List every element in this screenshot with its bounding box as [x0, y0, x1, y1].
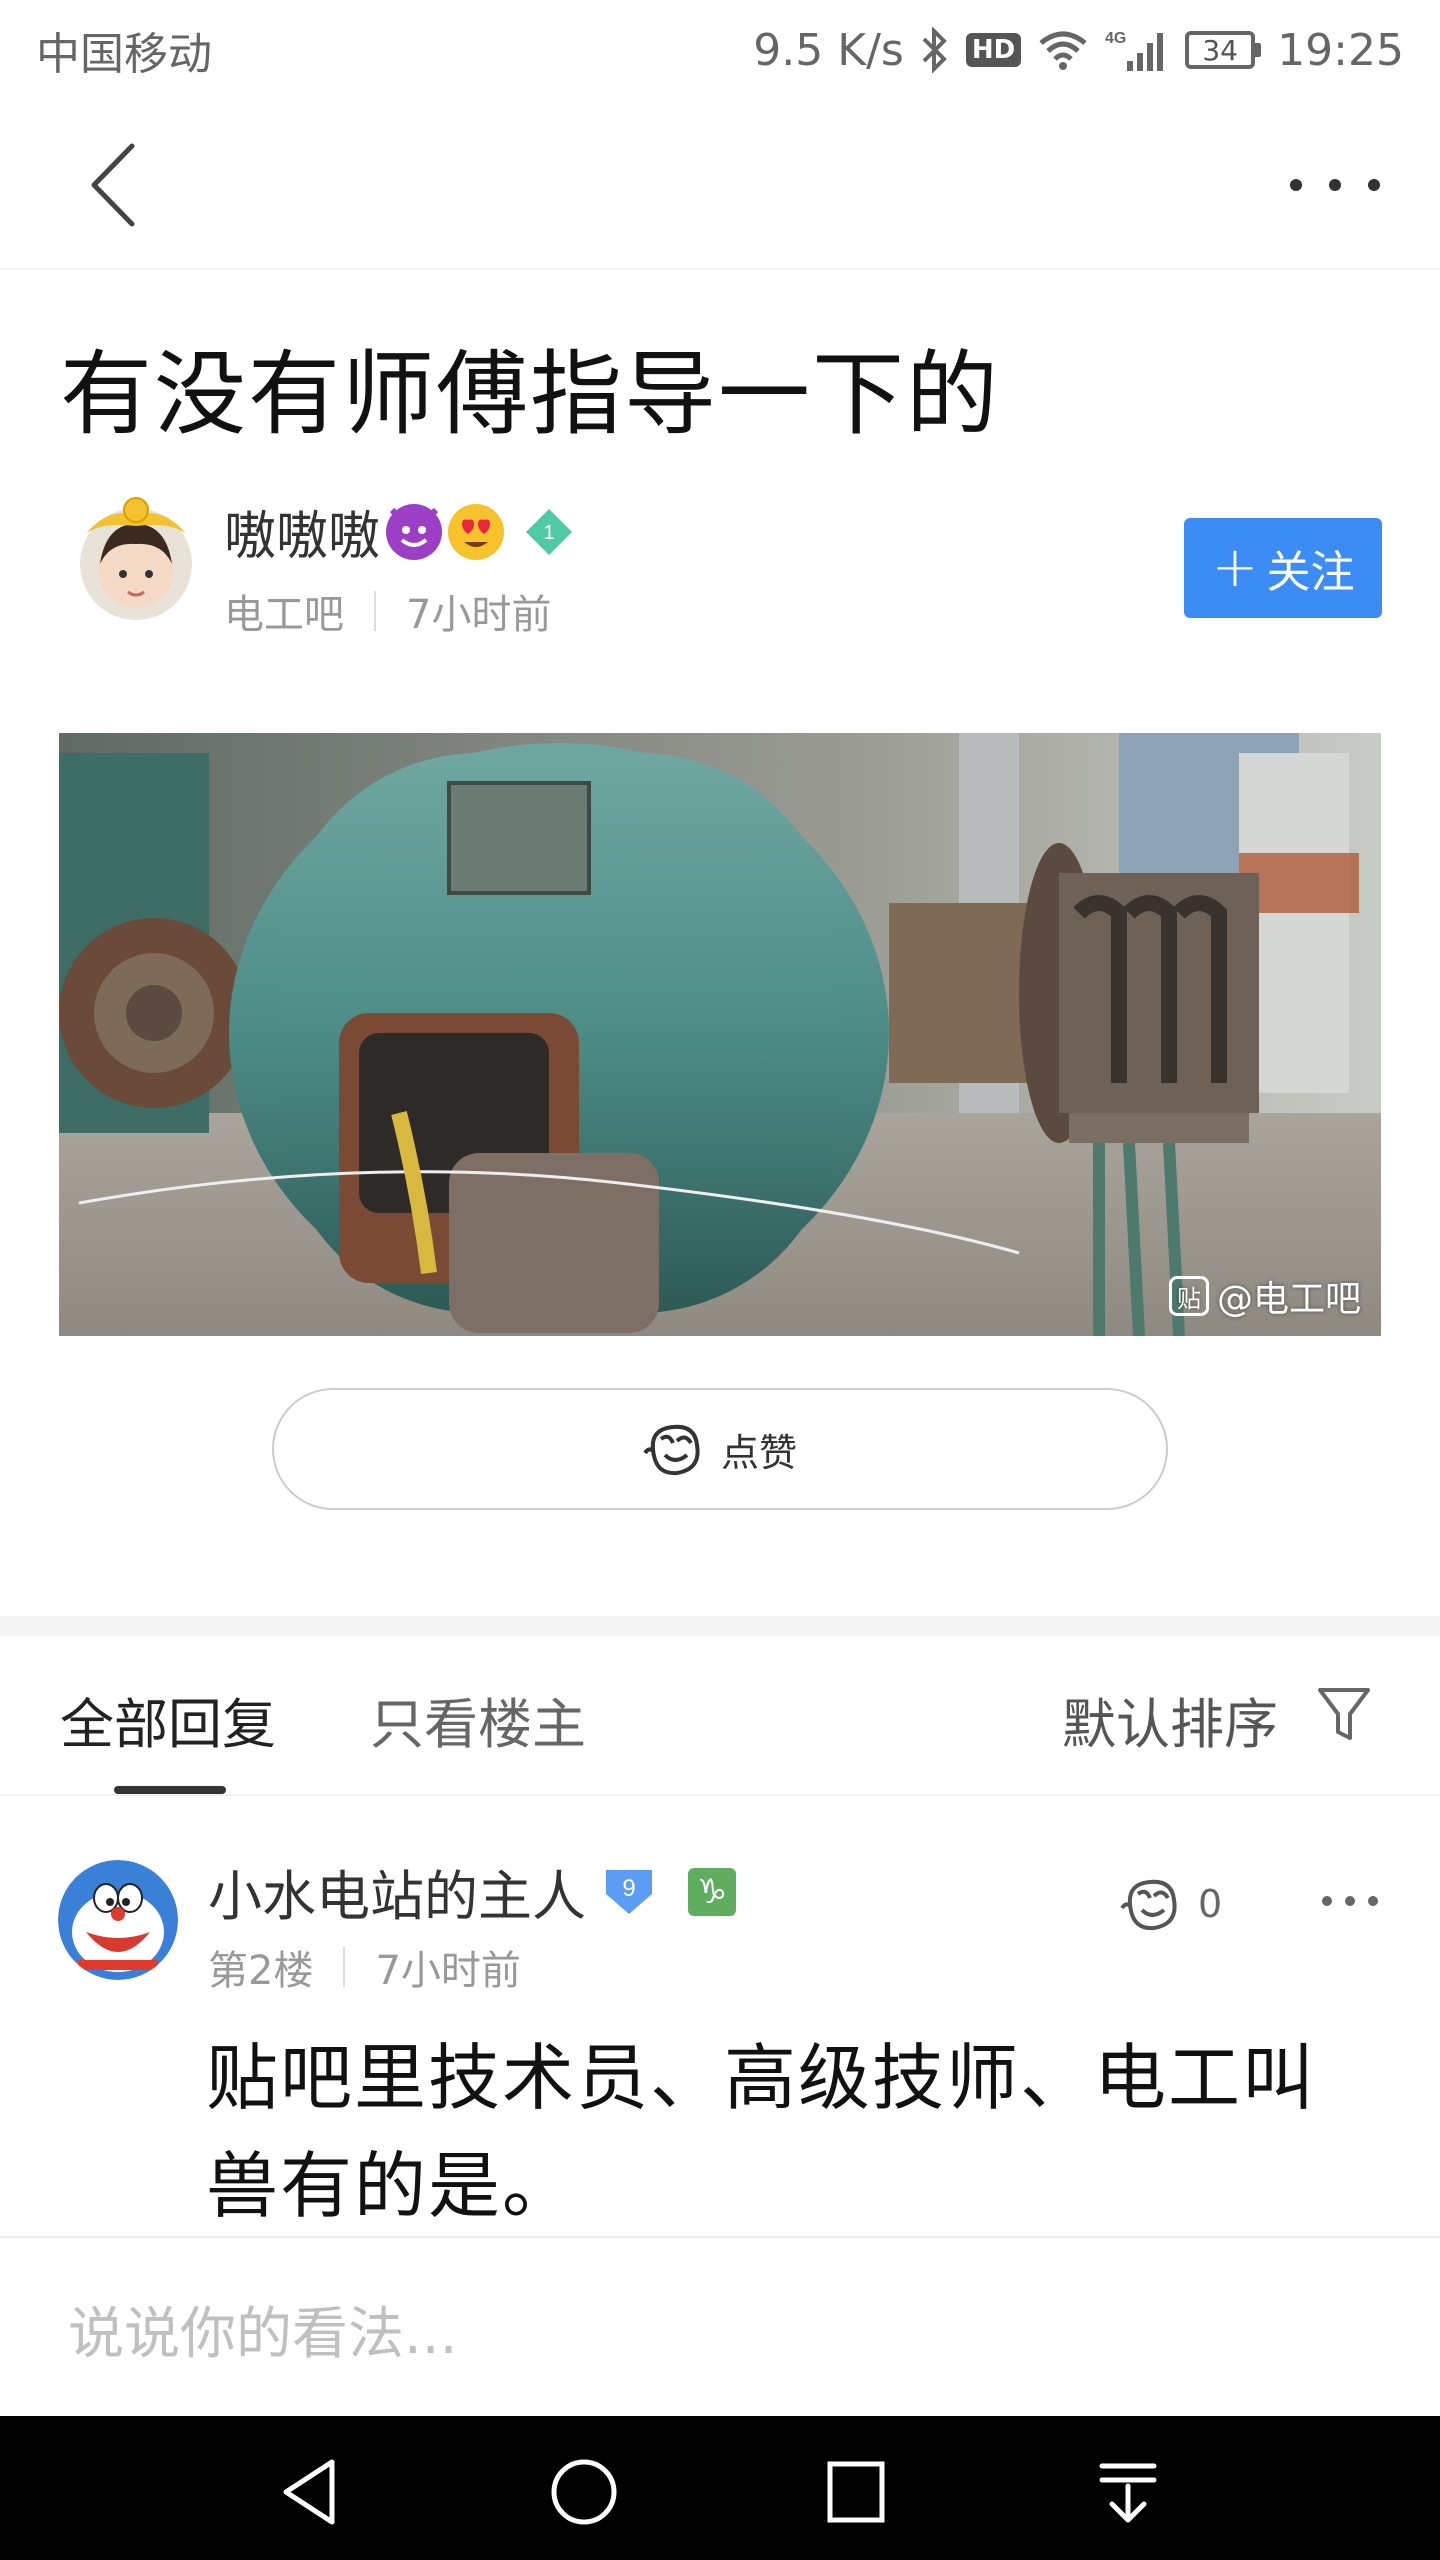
battery-level: 34 [1202, 33, 1238, 67]
wifi-icon [1037, 29, 1089, 71]
reply-floor: 第2楼 [208, 1948, 314, 1994]
cellular-signal-icon: 4G [1105, 27, 1169, 73]
reply-time: 7小时前 [375, 1948, 521, 1994]
square-recents-icon [827, 2461, 885, 2523]
tab-all-replies[interactable]: 全部回复 [60, 1680, 276, 1759]
post-image[interactable]: 贴 @电工吧 [59, 733, 1381, 1336]
like-face-icon [1120, 1879, 1177, 1931]
tieba-logo-icon: 贴 [1168, 1276, 1209, 1316]
top-nav-bar [0, 100, 1440, 270]
smiling-devil-emoji-icon [386, 503, 443, 560]
chevron-left-icon [91, 143, 135, 227]
follow-button[interactable]: + 关注 [1184, 518, 1382, 618]
like-button[interactable]: 点赞 [272, 1388, 1168, 1510]
dot-icon [1368, 1896, 1378, 1906]
plus-icon: + [1211, 535, 1259, 600]
post-time: 7小时前 [406, 592, 552, 638]
system-nav-bar [0, 2416, 1440, 2560]
dot-icon [1290, 179, 1302, 191]
like-face-icon [643, 1424, 700, 1476]
active-tab-indicator [114, 1786, 226, 1794]
dot-icon [1345, 1896, 1355, 1906]
status-bar: 中国移动 9.5 K/s HD 4G 34 19:25 [0, 0, 1440, 100]
system-home-button[interactable] [544, 2452, 624, 2532]
pull-down-icon [1099, 2463, 1157, 2523]
reply-user-level: 9 [622, 1875, 635, 1902]
dot-icon [1329, 179, 1341, 191]
author-avatar[interactable] [76, 494, 196, 624]
hd-badge: HD [965, 33, 1022, 67]
battery-icon: 34 [1185, 31, 1262, 69]
level-badge-icon: 9 [600, 1864, 658, 1920]
dot-icon [1322, 1896, 1332, 1906]
filter-icon[interactable] [1316, 1684, 1372, 1744]
reply-more-button[interactable] [1322, 1896, 1378, 1908]
heart-eyes-emoji-icon [448, 503, 505, 560]
circle-home-icon [551, 2459, 617, 2525]
meta-divider [374, 591, 376, 631]
clock: 19:25 [1277, 24, 1404, 76]
author-level: 1 [543, 522, 554, 544]
reply-user-name[interactable]: 小水电站的主人 [208, 1852, 586, 1931]
forum-name[interactable]: 电工吧 [224, 582, 344, 640]
comment-input[interactable] [68, 2294, 1368, 2374]
tab-owner-only[interactable]: 只看楼主 [370, 1680, 586, 1759]
system-back-button[interactable] [272, 2452, 352, 2532]
image-watermark: 贴 @电工吧 [1168, 1270, 1361, 1322]
author-meta: 电工吧 7小时前 [224, 582, 551, 640]
network-speed: 9.5 K/s [753, 24, 904, 76]
reply-user-row: 小水电站的主人 9 ♑ [208, 1852, 736, 1931]
carrier-label: 中国移动 [36, 29, 212, 80]
reply-text: 贴吧里技术员、高级技师、电工叫兽有的是。 [206, 2036, 1317, 2228]
meta-divider [343, 1947, 346, 1987]
reply-tabs-bar: 全部回复 只看楼主 默认排序 [0, 1636, 1440, 1796]
system-recents-button[interactable] [816, 2452, 896, 2532]
reply-user-avatar[interactable] [58, 1860, 178, 1980]
reply-meta: 第2楼 7小时前 [208, 1938, 521, 1996]
author-name-row: 嗷嗷嗷 1 [224, 494, 576, 569]
signal-type-label: 4G [1105, 30, 1126, 47]
section-divider [0, 1616, 1440, 1636]
comment-bar [0, 2236, 1440, 2416]
system-notification-button[interactable] [1088, 2452, 1168, 2532]
reply-like-button[interactable]: 0 [1120, 1874, 1222, 1934]
reply-like-count: 0 [1198, 1882, 1223, 1926]
watermark-text: @电工吧 [1216, 1279, 1361, 1320]
level-gem-badge: 1 [522, 505, 576, 559]
triangle-back-icon [283, 2459, 335, 2525]
like-label: 点赞 [720, 1430, 797, 1475]
sort-dropdown[interactable]: 默认排序 [1062, 1680, 1278, 1759]
back-button[interactable] [80, 140, 160, 230]
more-options-button[interactable] [1290, 160, 1380, 210]
post-title: 有没有师傅指导一下的 [60, 341, 1001, 448]
follow-label: 关注 [1266, 547, 1355, 598]
status-icons: 9.5 K/s HD 4G 34 19:25 [753, 25, 1404, 76]
capricorn-zodiac-icon: ♑ [688, 1867, 736, 1916]
bluetooth-icon [920, 27, 950, 73]
dot-icon [1368, 179, 1380, 191]
author-name[interactable]: 嗷嗷嗷 [224, 494, 380, 569]
